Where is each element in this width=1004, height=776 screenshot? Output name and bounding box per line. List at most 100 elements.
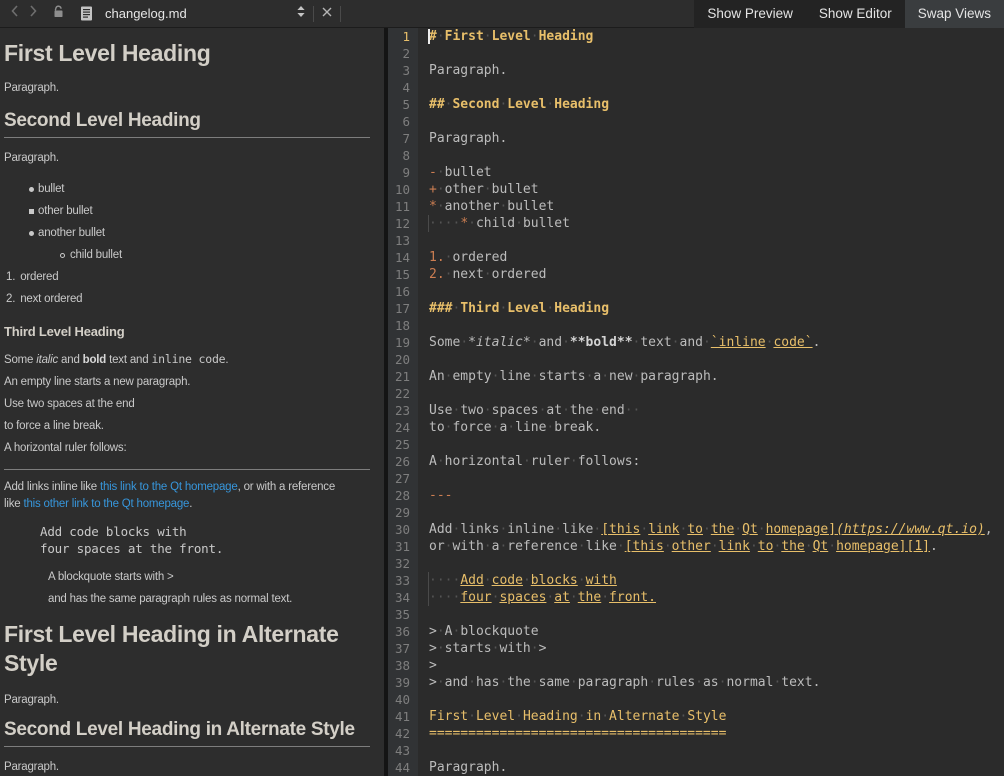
editor-line[interactable]: 1#·First·Level·Heading <box>388 28 1004 45</box>
editor-line[interactable]: 41First·Level·Heading·in·Alternate·Style <box>388 708 1004 725</box>
line-number: 29 <box>388 504 418 521</box>
editor-line[interactable]: 8 <box>388 147 1004 164</box>
editor-line[interactable]: 20 <box>388 351 1004 368</box>
editor-line[interactable]: 37>·starts·with·> <box>388 640 1004 657</box>
document-dropdown-button[interactable] <box>296 5 306 23</box>
editor-line[interactable]: 43 <box>388 742 1004 759</box>
sort-arrows-icon <box>296 5 306 22</box>
editor-line[interactable]: 13 <box>388 232 1004 249</box>
editor-line[interactable]: 9-·bullet <box>388 164 1004 181</box>
line-number: 35 <box>388 606 418 623</box>
disc-bullet-icon <box>29 231 34 236</box>
text: text and <box>106 354 151 366</box>
editor-line[interactable]: 2 <box>388 45 1004 62</box>
preview-blockquote-line: and has the same paragraph rules as norm… <box>48 591 370 608</box>
editor-line[interactable]: 21An·empty·line·starts·a·new·paragraph. <box>388 368 1004 385</box>
list-item: another bullet <box>4 224 370 242</box>
show-editor-button[interactable]: Show Editor <box>806 0 905 28</box>
text: like <box>4 498 23 510</box>
editor-line[interactable]: 12····*·child·bullet <box>388 215 1004 232</box>
editor-line[interactable]: 141.·ordered <box>388 249 1004 266</box>
code-text: >·starts·with·> <box>418 640 546 657</box>
tab-filename[interactable]: changelog.md <box>105 6 296 21</box>
close-tab-button[interactable] <box>321 5 333 23</box>
code-text <box>418 470 429 487</box>
code-text: A·horizontal·ruler·follows: <box>418 453 640 470</box>
qt-homepage-link[interactable]: this link to the Qt homepage <box>100 481 238 493</box>
editor-line[interactable]: 23Use·two·spaces·at·the·end·· <box>388 402 1004 419</box>
bullet-text: another bullet <box>38 227 105 239</box>
list-item: 1.ordered <box>4 268 370 286</box>
preview-paragraph: An empty line starts a new paragraph. <box>4 374 370 391</box>
editor-line[interactable]: 152.·next·ordered <box>388 266 1004 283</box>
line-number: 32 <box>388 555 418 572</box>
editor-line[interactable]: 40 <box>388 691 1004 708</box>
preview-code-line: Add code blocks with <box>40 523 370 540</box>
editor-line[interactable]: 42====================================== <box>388 725 1004 742</box>
editor-line[interactable]: 19Some·*italic*·and·**bold**·text·and·`i… <box>388 334 1004 351</box>
preview-bullet-list: bullet other bullet another bullet child… <box>4 180 370 264</box>
code-text <box>418 555 429 572</box>
code-text: > <box>418 657 437 674</box>
horizontal-rule <box>4 469 370 470</box>
line-number: 8 <box>388 147 418 164</box>
list-item: 2.next ordered <box>4 290 370 308</box>
lock-toggle[interactable] <box>52 4 66 23</box>
editor-line[interactable]: 5##·Second·Level·Heading <box>388 96 1004 113</box>
editor-line[interactable]: 4 <box>388 79 1004 96</box>
editor-line[interactable]: 11*·another·bullet <box>388 198 1004 215</box>
preview-paragraph: Paragraph. <box>4 692 370 709</box>
editor-line[interactable]: 3Paragraph. <box>388 62 1004 79</box>
editor-line[interactable]: 22 <box>388 385 1004 402</box>
editor-line[interactable]: 38> <box>388 657 1004 674</box>
forward-button[interactable] <box>29 4 38 23</box>
editor-line[interactable]: 6 <box>388 113 1004 130</box>
line-number: 21 <box>388 368 418 385</box>
editor-line[interactable]: 35 <box>388 606 1004 623</box>
editor-line[interactable]: 27 <box>388 470 1004 487</box>
editor-line[interactable]: 24to·force·a·line·break. <box>388 419 1004 436</box>
preview-paragraph: to force a line break. <box>4 418 370 435</box>
editor-line[interactable]: 33····Add·code·blocks·with <box>388 572 1004 589</box>
editor-line[interactable]: 39>·and·has·the·same·paragraph·rules·as·… <box>388 674 1004 691</box>
line-number: 1 <box>388 28 418 45</box>
editor-line[interactable]: 18 <box>388 317 1004 334</box>
markdown-editor-pane[interactable]: 1#·First·Level·Heading23Paragraph.45##·S… <box>388 28 1004 776</box>
line-number: 28 <box>388 487 418 504</box>
editor-line[interactable]: 7Paragraph. <box>388 130 1004 147</box>
code-text <box>418 283 429 300</box>
editor-line[interactable]: 26A·horizontal·ruler·follows: <box>388 453 1004 470</box>
line-number: 4 <box>388 79 418 96</box>
line-number: 26 <box>388 453 418 470</box>
list-item: bullet <box>4 180 370 198</box>
editor-line[interactable]: 34····four·spaces·at·the·front. <box>388 589 1004 606</box>
preview-h2: Second Level Heading <box>4 110 370 138</box>
code-text: First·Level·Heading·in·Alternate·Style <box>418 708 726 725</box>
line-number: 43 <box>388 742 418 759</box>
editor-line[interactable]: 25 <box>388 436 1004 453</box>
editor-line[interactable]: 17###·Third·Level·Heading <box>388 300 1004 317</box>
preview-h2-alternate: Second Level Heading in Alternate Style <box>4 719 370 747</box>
document-tab[interactable]: changelog.md <box>0 0 348 27</box>
back-button[interactable] <box>10 4 19 23</box>
show-preview-button[interactable]: Show Preview <box>694 0 806 28</box>
code-text: +·other·bullet <box>418 181 539 198</box>
text: and <box>58 354 83 366</box>
editor-line[interactable]: 36>·A·blockquote <box>388 623 1004 640</box>
editor-line[interactable]: 16 <box>388 283 1004 300</box>
editor-line[interactable]: 44Paragraph. <box>388 759 1004 776</box>
editor-line[interactable]: 29 <box>388 504 1004 521</box>
editor-line[interactable]: 28--- <box>388 487 1004 504</box>
preview-blockquote-line: A blockquote starts with > <box>48 569 370 586</box>
editor-line[interactable]: 31or·with·a·reference·like·[this·other·l… <box>388 538 1004 555</box>
qt-homepage-reference-link[interactable]: this other link to the Qt homepage <box>23 498 189 510</box>
line-number: 14 <box>388 249 418 266</box>
editor-line[interactable]: 32 <box>388 555 1004 572</box>
editor-line[interactable]: 10+·other·bullet <box>388 181 1004 198</box>
editor-line[interactable]: 30Add·links·inline·like·[this·link·to·th… <box>388 521 1004 538</box>
code-text: Paragraph. <box>418 759 507 776</box>
preview-h3: Third Level Heading <box>4 324 370 339</box>
swap-views-button[interactable]: Swap Views <box>905 0 1004 28</box>
preview-links-line1: Add links inline like this link to the Q… <box>4 479 370 496</box>
code-text <box>418 385 429 402</box>
